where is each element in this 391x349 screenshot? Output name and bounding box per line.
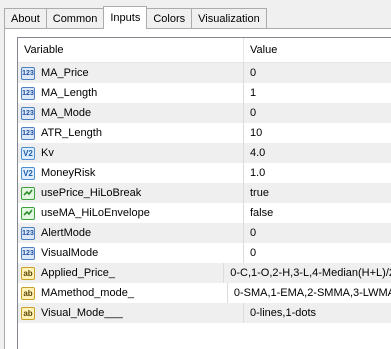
value-cell[interactable]: 0 <box>244 247 256 259</box>
variable-name: Kv <box>41 147 54 159</box>
integer-type-icon: 123 <box>21 126 35 140</box>
value-cell[interactable]: 0 <box>244 67 256 79</box>
column-header-variable[interactable]: Variable <box>18 38 244 62</box>
tab-common[interactable]: Common <box>45 8 105 28</box>
table-row[interactable]: usePrice_HiLoBreak true <box>18 183 391 203</box>
tab-about[interactable]: About <box>4 8 47 28</box>
variable-name: AlertMode <box>41 227 92 239</box>
value-cell[interactable]: 4.0 <box>244 147 265 159</box>
integer-type-icon: 123 <box>21 86 35 100</box>
variable-name: MoneyRisk <box>41 167 96 179</box>
string-type-icon: ab <box>21 286 35 300</box>
variable-cell: ab Visual_Mode___ <box>18 303 244 323</box>
tab-visualization[interactable]: Visualization <box>191 8 267 28</box>
variable-name: MAmethod_mode_ <box>41 287 134 299</box>
integer-type-icon: 123 <box>21 226 35 240</box>
value-cell[interactable]: true <box>244 187 269 199</box>
variable-name: MA_Mode <box>41 107 92 119</box>
tab-inputs[interactable]: Inputs <box>103 6 148 29</box>
value-cell[interactable]: 0-lines,1-dots <box>244 307 316 319</box>
double-type-icon: V2 <box>21 146 35 160</box>
variable-name: MA_Length <box>41 87 98 99</box>
table-row[interactable]: ab MAmethod_mode_ 0-SMA,1-EMA,2-SMMA,3-LWM… <box>18 283 391 303</box>
value-cell[interactable]: 0-SMA,1-EMA,2-SMMA,3-LWMA <box>228 287 391 299</box>
value-cell[interactable]: 0-C,1-O,2-H,3-L,4-Median(H+L)/2 <box>224 267 391 279</box>
variable-cell: V2 Kv <box>18 143 244 163</box>
inputs-grid: Variable Value 123 MA_Price 0 123 MA_Length 1… <box>17 37 391 349</box>
variable-cell: V2 MoneyRisk <box>18 163 244 183</box>
value-cell[interactable]: 1 <box>244 87 256 99</box>
integer-type-icon: 123 <box>21 66 35 80</box>
table-row[interactable]: 123 AlertMode 0 <box>18 223 391 243</box>
variable-cell: ab MAmethod_mode_ <box>18 283 228 303</box>
boolean-type-icon <box>21 206 35 220</box>
variable-cell: usePrice_HiLoBreak <box>18 183 244 203</box>
string-type-icon: ab <box>21 266 35 280</box>
value-cell[interactable]: 1.0 <box>244 167 265 179</box>
table-row[interactable]: 123 MA_Price 0 <box>18 63 391 83</box>
double-type-icon: V2 <box>21 166 35 180</box>
variable-cell: 123 ATR_Length <box>18 123 244 143</box>
variable-name: Applied_Price_ <box>41 267 115 279</box>
integer-type-icon: 123 <box>21 246 35 260</box>
inputs-panel: Variable Value 123 MA_Price 0 123 MA_Length 1… <box>4 28 391 349</box>
variable-cell: 123 AlertMode <box>18 223 244 243</box>
variable-name: MA_Price <box>41 67 89 79</box>
grid-rows: 123 MA_Price 0 123 MA_Length 1 123 MA_Mode 0 123 A… <box>18 63 391 323</box>
value-cell[interactable]: false <box>244 207 273 219</box>
value-cell[interactable]: 10 <box>244 127 262 139</box>
variable-cell: 123 MA_Price <box>18 63 244 83</box>
table-row[interactable]: 123 VisualMode 0 <box>18 243 391 263</box>
integer-type-icon: 123 <box>21 106 35 120</box>
table-row[interactable]: V2 Kv 4.0 <box>18 143 391 163</box>
table-row[interactable]: 123 ATR_Length 10 <box>18 123 391 143</box>
variable-cell: useMA_HiLoEnvelope <box>18 203 244 223</box>
table-row[interactable]: ab Applied_Price_ 0-C,1-O,2-H,3-L,4-Median… <box>18 263 391 283</box>
variable-name: ATR_Length <box>41 127 102 139</box>
variable-cell: ab Applied_Price_ <box>18 263 225 283</box>
value-cell[interactable]: 0 <box>244 107 256 119</box>
variable-name: useMA_HiLoEnvelope <box>41 207 150 219</box>
variable-cell: 123 VisualMode <box>18 243 244 263</box>
table-row[interactable]: 123 MA_Mode 0 <box>18 103 391 123</box>
boolean-type-icon <box>21 186 35 200</box>
table-row[interactable]: V2 MoneyRisk 1.0 <box>18 163 391 183</box>
tab-bar: About Common Inputs Colors Visualization <box>4 6 267 29</box>
value-cell[interactable]: 0 <box>244 227 256 239</box>
tab-colors[interactable]: Colors <box>146 8 193 28</box>
variable-cell: 123 MA_Length <box>18 83 244 103</box>
table-row[interactable]: ab Visual_Mode___ 0-lines,1-dots <box>18 303 391 323</box>
grid-header: Variable Value <box>18 38 391 63</box>
table-row[interactable]: useMA_HiLoEnvelope false <box>18 203 391 223</box>
string-type-icon: ab <box>21 306 35 320</box>
variable-name: usePrice_HiLoBreak <box>41 187 142 199</box>
table-row[interactable]: 123 MA_Length 1 <box>18 83 391 103</box>
variable-name: VisualMode <box>41 247 99 259</box>
variable-name: Visual_Mode___ <box>41 307 123 319</box>
variable-cell: 123 MA_Mode <box>18 103 244 123</box>
column-header-value[interactable]: Value <box>244 38 277 62</box>
